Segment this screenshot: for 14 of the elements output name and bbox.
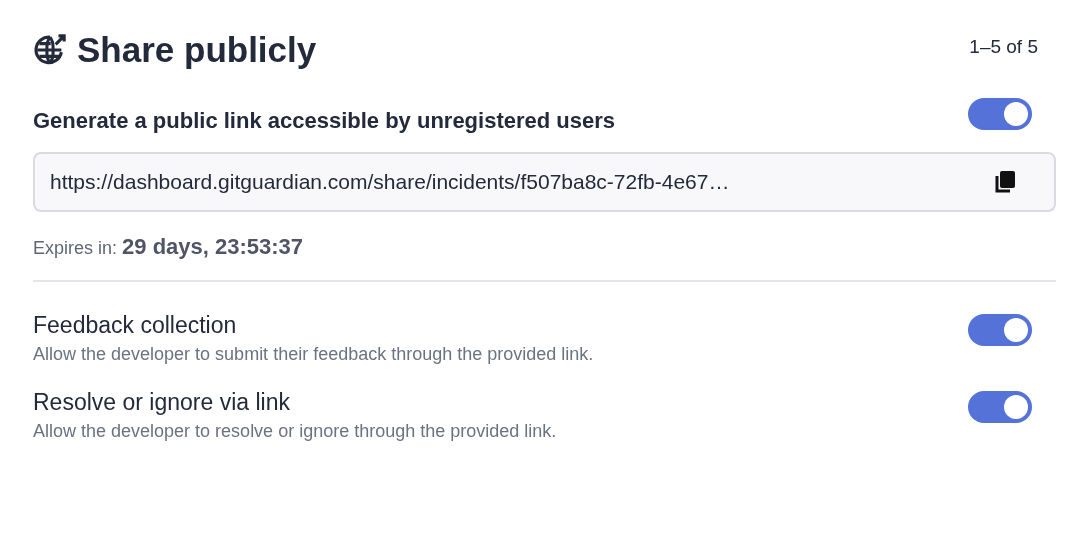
setting-description: Allow the developer to resolve or ignore through the provided link. (33, 421, 557, 442)
toggle-switch[interactable] (968, 391, 1032, 423)
globe-share-icon (33, 33, 67, 67)
copy-icon[interactable] (994, 170, 1016, 194)
toggle-switch[interactable] (968, 98, 1032, 130)
panel-title: Share publicly (77, 30, 317, 70)
public-link-label: Generate a public link accessible by unregistered users (33, 108, 616, 134)
toggle-switch[interactable] (968, 314, 1032, 346)
setting-title: Resolve or ignore via link (33, 388, 291, 417)
setting-description: Allow the developer to submit their feedback through the provided link. (33, 344, 594, 365)
expiry-text: Expires in: 29 days, 23:53:37 (33, 234, 305, 260)
pagination-count: 1–5 of 5 (969, 36, 1038, 58)
setting-title: Feedback collection (33, 311, 238, 340)
url-field[interactable]: https://dashboard.gitguardian.com/share/incidents/f507ba8c-72fb-4e67… (33, 152, 1056, 212)
